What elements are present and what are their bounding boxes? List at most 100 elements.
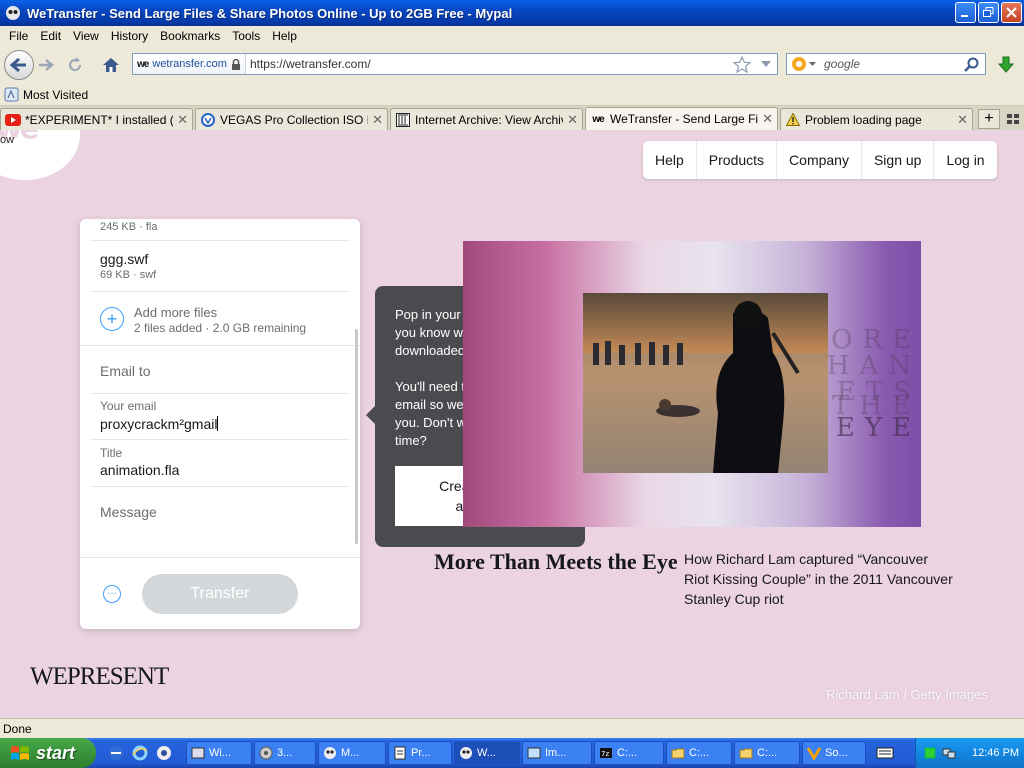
- taskbar-item[interactable]: 7z C:...: [594, 741, 664, 765]
- tab-close-icon[interactable]: ✕: [372, 112, 383, 128]
- taskbar-item[interactable]: M...: [318, 741, 386, 765]
- search-box[interactable]: google: [786, 53, 986, 75]
- folder-icon: [739, 748, 753, 759]
- taskbar-item[interactable]: Pr...: [388, 741, 452, 765]
- reload-icon: [69, 57, 82, 72]
- reload-button[interactable]: [64, 55, 86, 75]
- tab-close-icon[interactable]: ✕: [957, 112, 968, 128]
- divider: [90, 486, 350, 487]
- taskbar-item[interactable]: C:...: [666, 741, 732, 765]
- quicklaunch-browser-icon[interactable]: [108, 745, 124, 761]
- taskbar-item[interactable]: C:...: [734, 741, 800, 765]
- ad-art-word: EYE: [835, 413, 921, 443]
- more-options-button[interactable]: ···: [103, 585, 121, 603]
- search-engine-icon[interactable]: [791, 56, 807, 72]
- keyboard-language-icon[interactable]: [876, 746, 894, 760]
- menu-history[interactable]: History: [105, 29, 154, 43]
- ad-title[interactable]: More Than Meets the Eye: [434, 549, 678, 575]
- nav-log-in[interactable]: Log in: [933, 141, 996, 179]
- add-more-files-button[interactable]: +: [100, 307, 124, 331]
- panel-scrollbar[interactable]: [355, 329, 358, 544]
- vegas-app-icon: [807, 747, 821, 760]
- tab-label: Internet Archive: View Archive: [415, 112, 564, 127]
- ad-description[interactable]: How Richard Lam captured “Vancouver Riot…: [684, 549, 954, 609]
- taskbar-item[interactable]: Im...: [522, 741, 592, 765]
- bookmark-star-icon[interactable]: [733, 56, 751, 73]
- nav-company[interactable]: Company: [776, 141, 861, 179]
- page-content: we ow Help Products Company Sign up Log …: [0, 130, 1024, 718]
- quicklaunch-ie-icon[interactable]: [132, 745, 148, 761]
- tab-close-icon[interactable]: ✕: [177, 112, 188, 128]
- your-email-value: proxycrackm²gmail: [100, 416, 218, 432]
- site-identity-button[interactable]: we wetransfer.com: [133, 54, 246, 74]
- riot-photo: [583, 293, 828, 473]
- nav-sign-up[interactable]: Sign up: [860, 141, 933, 179]
- tab-strip: *EXPERIMENT* I installed (al... ✕ VEGAS …: [0, 106, 1024, 130]
- nav-help[interactable]: Help: [643, 141, 696, 179]
- download-arrow-icon: [997, 56, 1015, 73]
- title-input[interactable]: animation.fla: [100, 462, 179, 478]
- menu-view[interactable]: View: [67, 29, 105, 43]
- files-summary: 2 files added · 2.0 GB remaining: [134, 321, 307, 335]
- photo-credit: Richard Lam / Getty Images: [826, 687, 988, 702]
- transfer-button[interactable]: Transfer: [142, 574, 298, 614]
- taskbar-item-label: Wi...: [209, 747, 231, 759]
- search-placeholder: google: [824, 57, 861, 71]
- taskbar-item[interactable]: 3...: [254, 741, 316, 765]
- tab-wetransfer[interactable]: we WeTransfer - Send Large File... ✕: [585, 107, 778, 130]
- lock-icon: [231, 58, 240, 70]
- tab-vegas[interactable]: VEGAS Pro Collection ISO Re... ✕: [195, 108, 388, 130]
- url-bar[interactable]: we wetransfer.com https://wetransfer.com…: [132, 53, 778, 75]
- clock[interactable]: 12:46 PM: [972, 747, 1019, 759]
- tray-status-icon[interactable]: [924, 747, 936, 759]
- plus-icon: +: [106, 309, 118, 329]
- home-button[interactable]: [100, 55, 122, 75]
- search-icon[interactable]: [964, 57, 979, 72]
- file-item: ggg.swf 69 KB · swf: [100, 251, 348, 281]
- forward-arrow-icon: [39, 59, 54, 71]
- divider: [90, 240, 350, 241]
- taskbar-item-label: M...: [341, 747, 360, 759]
- your-email-input[interactable]: proxycrackm²gmail: [100, 416, 219, 432]
- restore-button[interactable]: [978, 2, 999, 23]
- start-button[interactable]: start: [0, 738, 96, 768]
- text-caret: [217, 416, 219, 431]
- minimize-button[interactable]: [955, 2, 976, 23]
- bookmarks-toolbar: Most Visited: [0, 84, 1024, 106]
- email-to-input[interactable]: Email to: [100, 363, 151, 379]
- plus-icon: +: [984, 110, 994, 127]
- most-visited-icon: [4, 87, 19, 102]
- taskbar-item[interactable]: So...: [802, 741, 866, 765]
- menu-bookmarks[interactable]: Bookmarks: [154, 29, 226, 43]
- taskbar-item-active[interactable]: W...: [454, 741, 520, 765]
- taskbar-item[interactable]: Wi...: [186, 741, 252, 765]
- wepresent-ad-image[interactable]: MORE THAN MEETS THE EYE: [463, 241, 921, 527]
- menu-file[interactable]: File: [3, 29, 34, 43]
- tab-internet-archive[interactable]: Internet Archive: View Archive ✕: [390, 108, 583, 130]
- quicklaunch-media-icon[interactable]: [156, 745, 172, 761]
- menu-tools[interactable]: Tools: [226, 29, 266, 43]
- tab-close-icon[interactable]: ✕: [567, 112, 578, 128]
- nav-products[interactable]: Products: [695, 141, 776, 179]
- new-tab-button[interactable]: +: [978, 109, 1000, 129]
- bookmark-most-visited[interactable]: Most Visited: [23, 88, 88, 102]
- forward-button[interactable]: [35, 55, 57, 75]
- back-button[interactable]: [4, 50, 34, 80]
- tab-problem-loading[interactable]: Problem loading page ✕: [780, 108, 973, 130]
- menu-help[interactable]: Help: [266, 29, 303, 43]
- add-more-files-label[interactable]: Add more files: [134, 305, 217, 320]
- message-input[interactable]: Message: [100, 504, 157, 520]
- wepresent-logo[interactable]: WEPRESENT: [30, 663, 169, 691]
- url-dropdown-icon[interactable]: [761, 61, 771, 68]
- tray-network-icon[interactable]: [942, 746, 956, 760]
- tab-close-icon[interactable]: ✕: [762, 111, 773, 127]
- search-engine-dropdown-icon: [809, 61, 816, 66]
- list-all-tabs-icon[interactable]: [1006, 112, 1020, 126]
- file-meta: 69 KB · swf: [100, 269, 157, 281]
- minimize-icon: [961, 15, 968, 17]
- tab-youtube[interactable]: *EXPERIMENT* I installed (al... ✕: [0, 108, 193, 130]
- downloads-button[interactable]: [992, 53, 1020, 77]
- close-window-button[interactable]: [1001, 2, 1022, 23]
- menu-edit[interactable]: Edit: [34, 29, 67, 43]
- window-app-icon: [191, 747, 205, 759]
